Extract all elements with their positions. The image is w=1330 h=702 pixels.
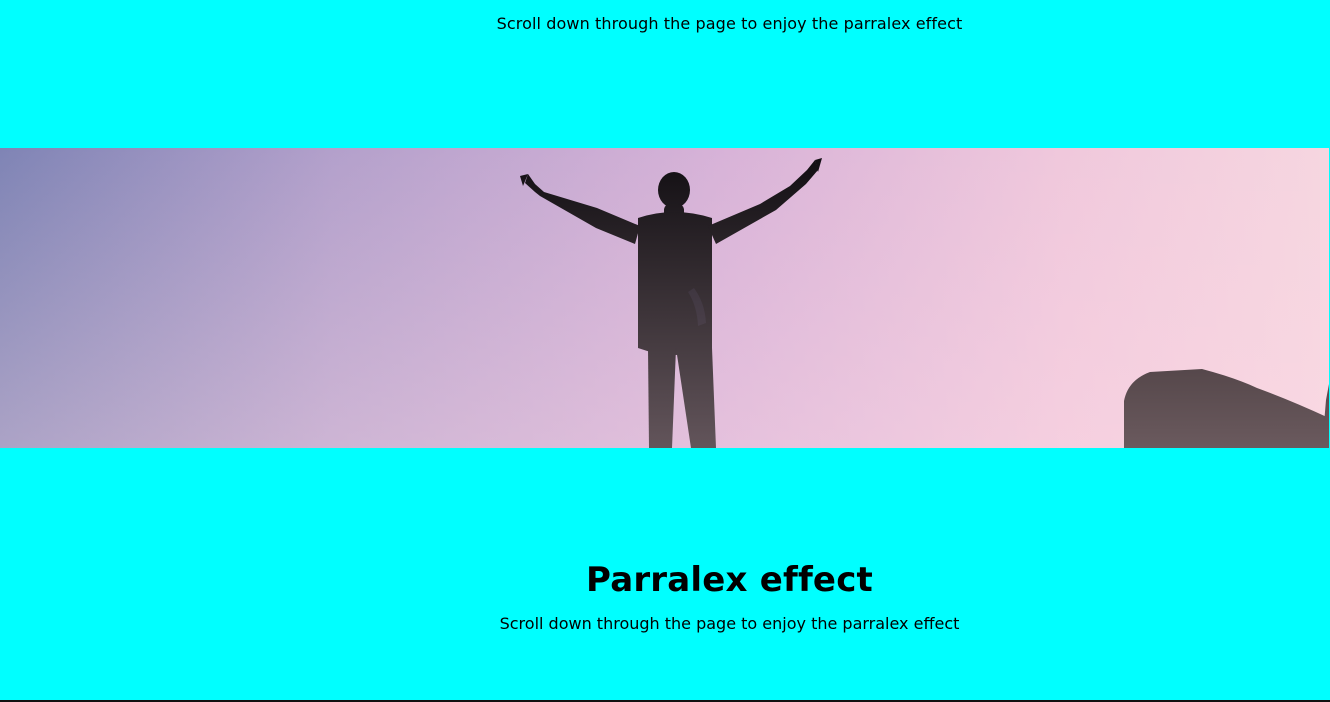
hero-image: [520, 158, 1329, 448]
bottom-section: Parralex effect Scroll down through the …: [0, 448, 1330, 700]
rock-silhouette: [1124, 369, 1329, 448]
person-silhouette: [520, 158, 822, 448]
bottom-title: Parralex effect: [585, 560, 874, 600]
bottom-scroll-hint: Scroll down through the page to enjoy th…: [499, 614, 960, 633]
parallax-hero: [0, 148, 1329, 448]
page: Scroll down through the page to enjoy th…: [0, 0, 1330, 702]
top-section: Scroll down through the page to enjoy th…: [0, 0, 1330, 148]
top-scroll-hint: Scroll down through the page to enjoy th…: [496, 14, 963, 33]
